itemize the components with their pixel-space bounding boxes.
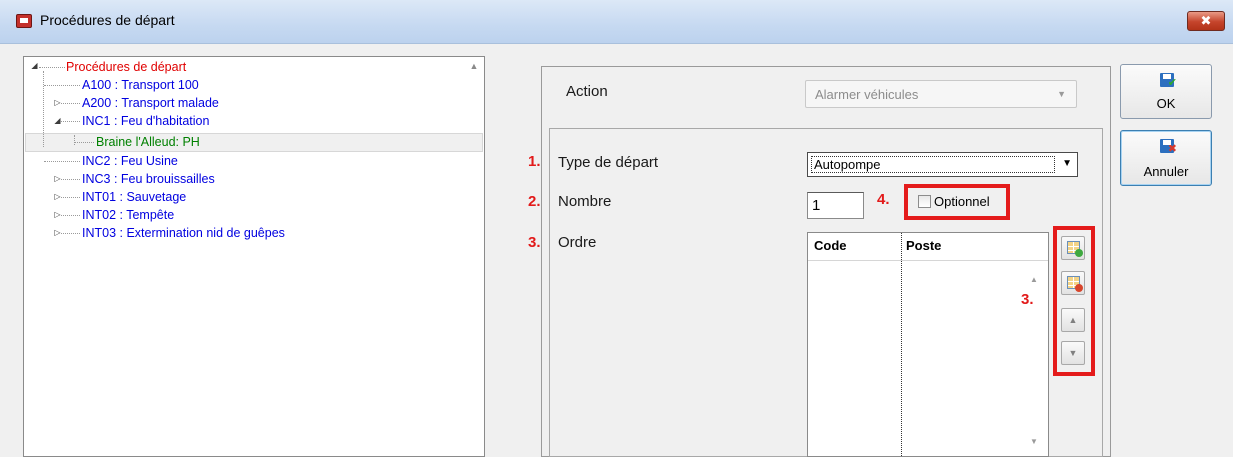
annotation-number: 2. (528, 193, 541, 210)
delete-row-button[interactable] (1061, 271, 1085, 295)
action-select: Alarmer véhicules ▼ (805, 80, 1077, 108)
cancel-button[interactable]: ✖ Annuler (1120, 130, 1212, 186)
app-icon (16, 14, 32, 28)
tree-item-a100[interactable]: A100 : Transport 100 (82, 76, 199, 94)
annotation-number: 3. (528, 234, 541, 251)
tree-root-item[interactable]: Procédures de départ (66, 58, 186, 76)
type-depart-select[interactable]: Autopompe ▼ (807, 152, 1078, 177)
nombre-input[interactable]: 1 (807, 192, 864, 219)
arrow-down-icon: ▼ (1068, 348, 1078, 358)
tree-scroll-up-icon[interactable]: ▲ (465, 57, 483, 75)
grid-delete-icon (1067, 276, 1083, 292)
chevron-down-icon[interactable]: ▼ (1062, 158, 1072, 169)
tree-item-braine-lalleud[interactable]: Braine l'Alleud: PH (96, 133, 200, 151)
grid-add-icon (1067, 241, 1083, 257)
annotation-number: 3. (1021, 291, 1034, 308)
save-cancel-icon: ✖ (1160, 139, 1177, 155)
action-label: Action (566, 83, 608, 100)
ordre-grid[interactable]: Code Poste ▲ ▼ (807, 232, 1049, 457)
type-depart-value: Autopompe (811, 156, 1055, 173)
collapse-icon[interactable]: ◢ (30, 61, 39, 70)
window-title: Procédures de départ (40, 12, 175, 28)
ordre-label: Ordre (558, 234, 597, 251)
grid-column-poste[interactable]: Poste (906, 238, 941, 253)
tree-connector (74, 135, 75, 145)
close-button[interactable]: ✖ (1187, 11, 1225, 31)
arrow-up-icon: ▲ (1068, 315, 1078, 325)
annotation-number: 1. (528, 153, 541, 170)
tree-item-inc2[interactable]: INC2 : Feu Usine (82, 152, 178, 170)
tree-item-inc1[interactable]: INC1 : Feu d'habitation (82, 112, 209, 130)
grid-column-code[interactable]: Code (814, 238, 847, 253)
tree-item-int03[interactable]: INT03 : Extermination nid de guêpes (82, 224, 285, 242)
tree-item-inc3[interactable]: INC3 : Feu brouissailles (82, 170, 215, 188)
column-divider (901, 233, 902, 456)
optionnel-checkbox[interactable] (918, 195, 931, 208)
tree-item-int02[interactable]: INT02 : Tempête (82, 206, 174, 224)
tree-connector (43, 71, 44, 147)
procedure-tree[interactable]: ▲ ◢ Procédures de départ A100 : Transpor… (23, 56, 485, 457)
annotation-number: 4. (877, 191, 890, 208)
type-depart-label: Type de départ (558, 154, 659, 171)
add-row-button[interactable] (1061, 236, 1085, 260)
ok-button[interactable]: ✔ OK (1120, 64, 1212, 119)
move-down-button[interactable]: ▼ (1061, 341, 1085, 365)
scroll-up-icon[interactable]: ▲ (1030, 275, 1038, 284)
nombre-label: Nombre (558, 193, 612, 210)
title-bar: Procédures de départ ✖ (0, 0, 1233, 44)
save-check-icon: ✔ (1160, 73, 1177, 89)
move-up-button[interactable]: ▲ (1061, 308, 1085, 332)
optionnel-label: Optionnel (934, 194, 990, 209)
chevron-down-icon: ▼ (1057, 89, 1066, 99)
tree-item-a200[interactable]: A200 : Transport malade (82, 94, 219, 112)
scroll-down-icon[interactable]: ▼ (1030, 437, 1038, 446)
tree-item-int01[interactable]: INT01 : Sauvetage (82, 188, 186, 206)
